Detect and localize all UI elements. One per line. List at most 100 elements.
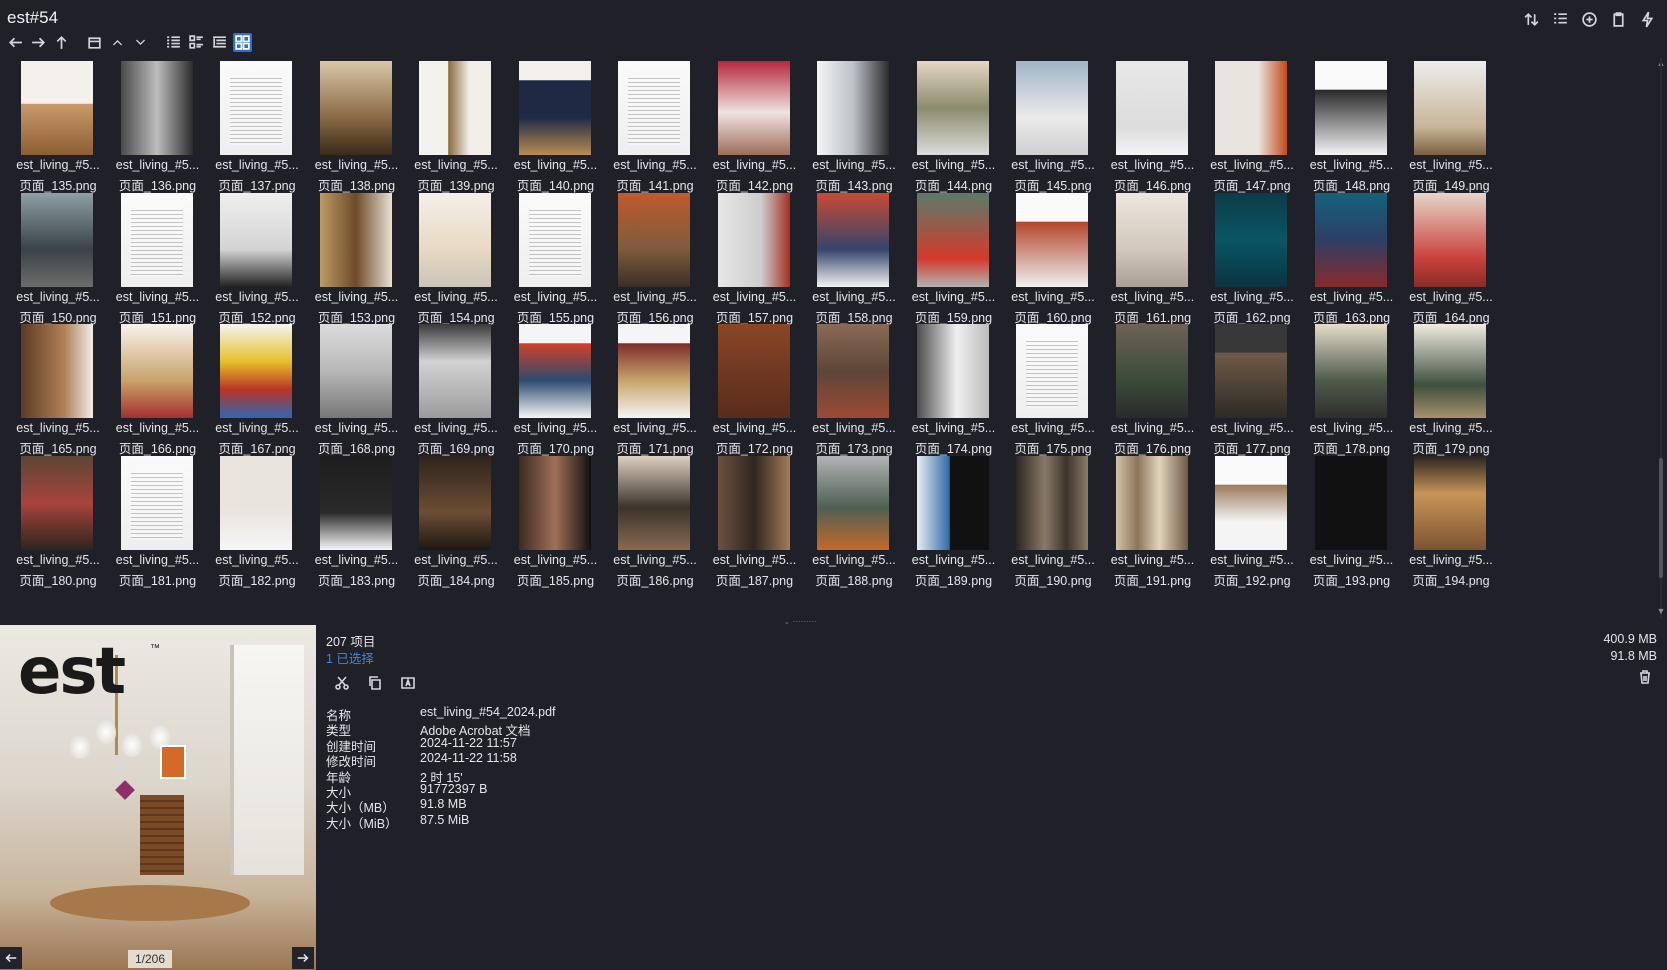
grid-item[interactable]: est_living_#5... 页面_167.png: [205, 321, 309, 456]
thumbnail-image[interactable]: [319, 455, 392, 550]
thumbnail-image[interactable]: [220, 192, 292, 287]
thumbnail-image[interactable]: [916, 192, 989, 287]
thumbnail-image[interactable]: [618, 61, 690, 155]
thumbnail-image[interactable]: [1314, 324, 1387, 419]
grid-item[interactable]: est_living_#5... 页面_173.png: [802, 321, 906, 456]
grid-item[interactable]: est_living_#5... 页面_175.png: [1001, 321, 1105, 456]
thumbnail-image[interactable]: [717, 61, 790, 155]
grid-item[interactable]: est_living_#5... 页面_159.png: [902, 190, 1006, 325]
scroll-down-icon[interactable]: ▼: [1655, 606, 1667, 616]
thumbnail-image[interactable]: [916, 61, 989, 155]
grid-item[interactable]: est_living_#5... 页面_142.png: [703, 58, 807, 193]
grid-item[interactable]: est_living_#5... 页面_141.png: [603, 58, 707, 193]
thumbnail-image[interactable]: [319, 61, 392, 155]
grid-item[interactable]: est_living_#5... 页面_138.png: [305, 58, 409, 193]
grid-item[interactable]: est_living_#5... 页面_189.png: [902, 453, 1006, 588]
rename-icon[interactable]: [398, 673, 417, 692]
cut-icon[interactable]: [332, 673, 351, 692]
grid-item[interactable]: est_living_#5... 页面_144.png: [902, 58, 1006, 193]
thumbnail-image[interactable]: [21, 192, 93, 287]
grid-item[interactable]: est_living_#5... 页面_158.png: [802, 190, 906, 325]
thumbnail-image[interactable]: [120, 61, 193, 155]
grid-item[interactable]: est_living_#5... 页面_183.png: [305, 453, 409, 588]
grid-item[interactable]: est_living_#5... 页面_155.png: [504, 190, 608, 325]
grid-item[interactable]: est_living_#5... 页面_137.png: [205, 58, 309, 193]
clipboard-icon[interactable]: [1609, 10, 1628, 29]
back-button[interactable]: [6, 33, 25, 52]
grid-item[interactable]: est_living_#5... 页面_172.png: [703, 321, 807, 456]
thumbnail-image[interactable]: [1215, 61, 1287, 155]
thumbnail-image[interactable]: [1016, 455, 1088, 550]
grid-item[interactable]: est_living_#5... 页面_192.png: [1200, 453, 1304, 588]
thumbnail-image[interactable]: [817, 192, 889, 287]
thumbnail-image[interactable]: [120, 455, 193, 550]
grid-item[interactable]: est_living_#5... 页面_165.png: [6, 321, 110, 456]
thumbnail-image[interactable]: [220, 455, 292, 550]
list-view-icon[interactable]: [164, 33, 183, 52]
thumbnail-image[interactable]: [419, 192, 491, 287]
thumbnail-image[interactable]: [817, 61, 889, 155]
grid-item[interactable]: est_living_#5... 页面_168.png: [305, 321, 409, 456]
thumbnail-image[interactable]: [817, 455, 889, 550]
grid-item[interactable]: est_living_#5... 页面_152.png: [205, 190, 309, 325]
preview-prev-button[interactable]: [0, 947, 22, 969]
grid-item[interactable]: est_living_#5... 页面_185.png: [504, 453, 608, 588]
thumbnail-image[interactable]: [618, 455, 690, 550]
grid-item[interactable]: est_living_#5... 页面_174.png: [902, 321, 1006, 456]
thumbnail-image[interactable]: [518, 192, 591, 287]
thumbnail-image[interactable]: [1414, 324, 1486, 419]
thumbnail-image[interactable]: [1414, 192, 1486, 287]
flash-icon[interactable]: [1638, 10, 1657, 29]
grid-item[interactable]: est_living_#5... 页面_148.png: [1300, 58, 1404, 193]
grid-item[interactable]: est_living_#5... 页面_177.png: [1200, 321, 1304, 456]
grid-item[interactable]: est_living_#5... 页面_146.png: [1101, 58, 1205, 193]
grid-item[interactable]: est_living_#5... 页面_162.png: [1200, 190, 1304, 325]
grid-item[interactable]: est_living_#5... 页面_190.png: [1001, 453, 1105, 588]
grid-item[interactable]: est_living_#5... 页面_194.png: [1399, 453, 1503, 588]
grid-item[interactable]: est_living_#5... 页面_180.png: [6, 453, 110, 588]
grid-item[interactable]: est_living_#5... 页面_182.png: [205, 453, 309, 588]
sort-icon[interactable]: [1522, 10, 1541, 29]
thumbnail-image[interactable]: [1314, 192, 1387, 287]
tree-view-icon[interactable]: [210, 33, 229, 52]
thumbnail-image[interactable]: [120, 324, 193, 419]
grid-item[interactable]: est_living_#5... 页面_153.png: [305, 190, 409, 325]
grid-item[interactable]: est_living_#5... 页面_150.png: [6, 190, 110, 325]
file-preview[interactable]: est ™ 1/206: [0, 625, 316, 970]
thumbnail-image[interactable]: [319, 324, 392, 419]
grid-item[interactable]: est_living_#5... 页面_163.png: [1300, 190, 1404, 325]
thumbnail-image[interactable]: [817, 324, 889, 419]
thumbnail-image[interactable]: [1115, 192, 1188, 287]
thumbnail-image[interactable]: [518, 455, 591, 550]
grid-item[interactable]: est_living_#5... 页面_136.png: [106, 58, 210, 193]
grid-item[interactable]: est_living_#5... 页面_191.png: [1101, 453, 1205, 588]
grid-item[interactable]: est_living_#5... 页面_187.png: [703, 453, 807, 588]
thumbnail-image[interactable]: [419, 455, 491, 550]
vertical-scrollbar[interactable]: ▲ ▼: [1655, 58, 1667, 618]
grid-view-icon[interactable]: [233, 33, 252, 52]
thumbnail-image[interactable]: [618, 324, 690, 419]
grid-item[interactable]: est_living_#5... 页面_145.png: [1001, 58, 1105, 193]
grid-item[interactable]: est_living_#5... 页面_161.png: [1101, 190, 1205, 325]
grid-item[interactable]: est_living_#5... 页面_166.png: [106, 321, 210, 456]
add-icon[interactable]: [1580, 10, 1599, 29]
grid-item[interactable]: est_living_#5... 页面_186.png: [603, 453, 707, 588]
thumbnail-image[interactable]: [717, 455, 790, 550]
grid-item[interactable]: est_living_#5... 页面_179.png: [1399, 321, 1503, 456]
thumbnail-image[interactable]: [1215, 192, 1287, 287]
copy-icon[interactable]: [365, 673, 384, 692]
chevron-down-icon[interactable]: [131, 33, 150, 52]
thumbnail-image[interactable]: [1115, 61, 1188, 155]
thumbnail-image[interactable]: [21, 324, 93, 419]
thumbnail-image[interactable]: [1016, 61, 1088, 155]
thumbnail-image[interactable]: [1115, 324, 1188, 419]
details-view-icon[interactable]: [187, 33, 206, 52]
thumbnail-image[interactable]: [1016, 192, 1088, 287]
grid-item[interactable]: est_living_#5... 页面_176.png: [1101, 321, 1205, 456]
grid-item[interactable]: est_living_#5... 页面_188.png: [802, 453, 906, 588]
grid-item[interactable]: est_living_#5... 页面_160.png: [1001, 190, 1105, 325]
thumbnail-image[interactable]: [220, 61, 292, 155]
grid-item[interactable]: est_living_#5... 页面_139.png: [404, 58, 508, 193]
grid-item[interactable]: est_living_#5... 页面_140.png: [504, 58, 608, 193]
thumbnail-image[interactable]: [319, 192, 392, 287]
